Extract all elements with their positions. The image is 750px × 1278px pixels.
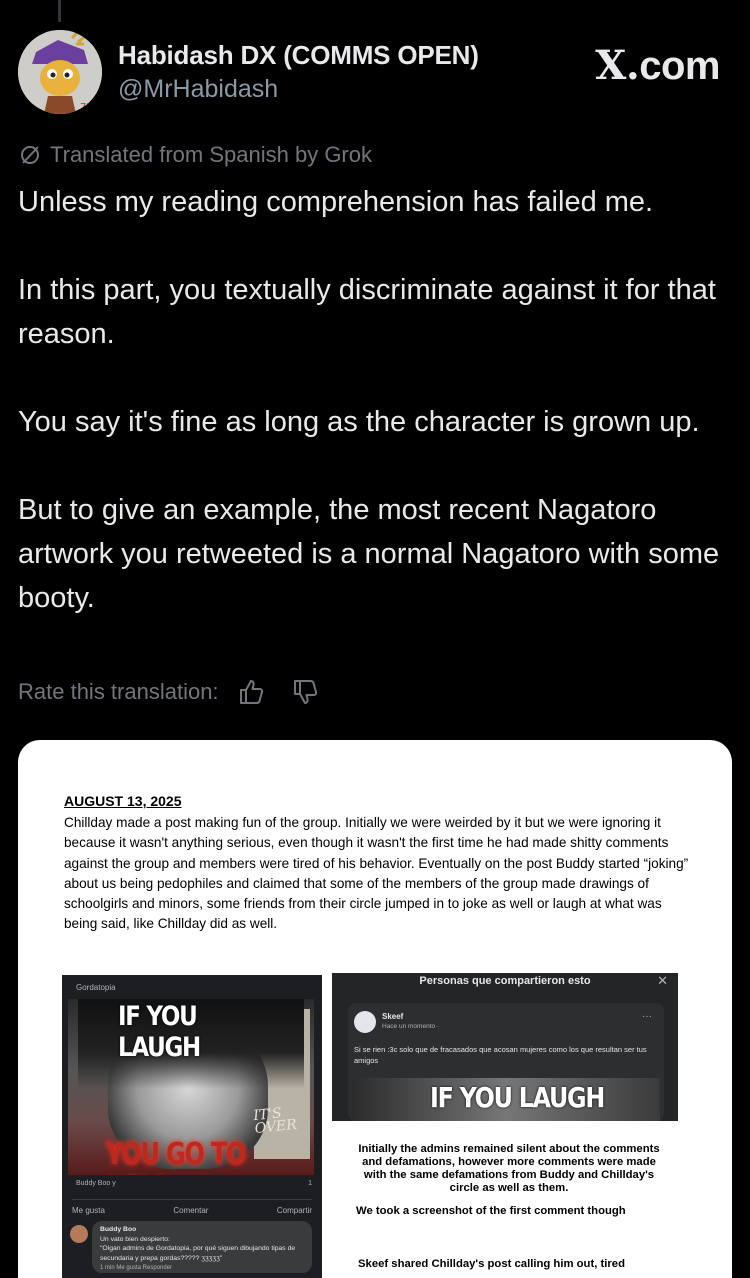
shares-dialog-screenshot: Personas que compartieron esto ✕ Skeef H… [332,973,678,1121]
post-action-row: Me gusta Comentar Compartir [72,1199,312,1215]
poster-avatar [354,1011,376,1033]
comment-count: 1 [308,1180,312,1187]
avatar[interactable]: 77 [18,30,102,114]
shared-post: Skeef Hace un momento · ··· Si se rien :… [348,1003,664,1121]
meme-top-text: IF YOU LAUGH [118,1001,201,1063]
comment-line: Un vato bien despierto: [100,1235,170,1243]
comment-meta: 1 min Me gusta Responder [100,1265,173,1271]
commenter-name: Buddy Boo [100,1226,137,1233]
reaction-row: Buddy Boo y 1 [76,1180,312,1187]
translation-note-text: Translated from Spanish by Grok [50,142,372,167]
document-note: Initially the admins remained silent abo… [358,1143,660,1194]
commenter-avatar [70,1225,88,1243]
watermark-suffix: com [639,44,720,88]
shares-dialog-title: Personas que compartieron esto [419,975,591,987]
shared-meme-text: IF YOU LAUGH [430,1081,605,1114]
tweet-paragraph: Unless my reading comprehension has fail… [18,186,654,218]
rate-translation-label: Rate this translation: [18,679,219,704]
meme-image: IF YOU LAUGH IT'S OVER YOU GO TO HELL [68,999,314,1175]
document-paragraph: Chillday made a post making fun of the g… [64,815,689,932]
shared-post-text: Si se rien :3c solo que de fracasados qu… [354,1045,647,1065]
comment-action: Comentar [173,1206,209,1215]
avatar-character-icon: 77 [18,30,102,114]
document-date: AUGUST 13, 2025 [64,793,182,809]
poster-name: Skeef [382,1012,404,1021]
x-com-watermark: X.com [595,42,720,89]
reaction-names: Buddy Boo y [76,1180,116,1187]
svg-text:77: 77 [80,102,93,113]
author-display-name[interactable]: Habidash DX (COMMS OPEN) [118,40,479,71]
shared-meme-image: IF YOU LAUGH [352,1078,660,1121]
tweet-paragraph: But to give an example, the most recent … [18,494,720,614]
more-options-icon: ··· [642,1011,652,1022]
facebook-post-screenshot: Gordatopia IF YOU LAUGH IT'S OVER YOU GO… [62,975,322,1278]
tweet-text: Unless my reading comprehension has fail… [18,180,733,620]
watermark-prefix: X. [595,42,640,89]
document-note: We took a screenshot of the first commen… [356,1205,626,1217]
thumbs-up-icon[interactable] [237,678,265,706]
group-name: Gordatopia [76,983,116,992]
thumbs-down-icon[interactable] [291,678,319,706]
post-time: Hace un momento · [382,1023,440,1030]
translate-globe-icon [21,146,39,164]
tweet-paragraph: You say it's fine as long as the charact… [18,406,700,438]
comment-line: "Oigan admins de Gordatopia, por qué sig… [100,1245,296,1262]
share-action: Compartir [276,1206,312,1215]
meme-bottom-text: YOU GO TO HELL [106,1137,246,1175]
thread-connector-line [58,0,61,22]
author-handle[interactable]: @MrHabidash [118,75,278,104]
like-action: Me gusta [72,1206,105,1215]
tweet-paragraph: In this part, you textually discriminate… [18,274,716,350]
rate-translation-row: Rate this translation: [18,678,319,706]
document-note: Skeef shared Chillday's post calling him… [358,1258,625,1270]
translation-note: Translated from Spanish by Grok [18,142,372,168]
tweet-header: 77 Habidash DX (COMMS OPEN) @MrHabidash … [18,30,720,120]
close-icon: ✕ [657,973,668,988]
attached-document-image[interactable]: AUGUST 13, 2025 Chillday made a post mak… [18,740,732,1278]
